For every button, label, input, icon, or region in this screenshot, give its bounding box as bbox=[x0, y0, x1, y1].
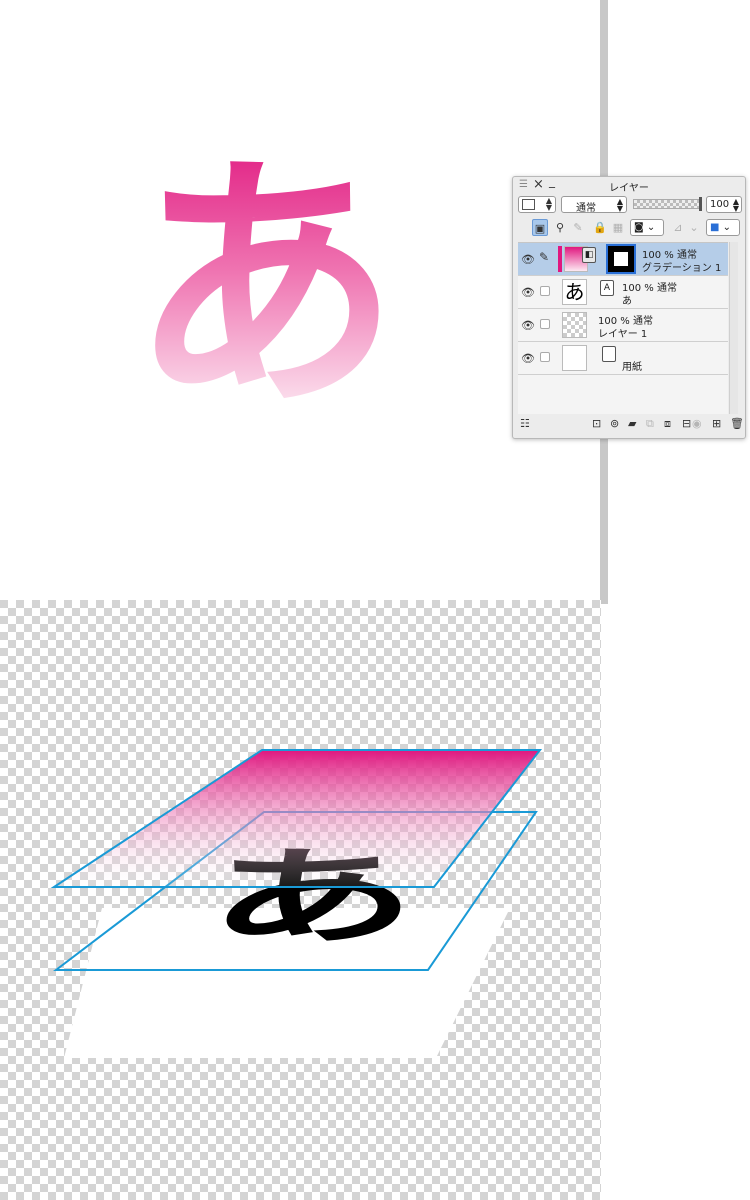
edit-checkbox[interactable] bbox=[540, 352, 550, 362]
layer-color-icon[interactable]: ■ ⌄ bbox=[706, 219, 740, 236]
transfer-layer-icon[interactable]: ⧉ bbox=[646, 417, 654, 431]
merge-down-icon[interactable]: ⊟ bbox=[682, 417, 691, 430]
opacity-value: 100 bbox=[710, 199, 730, 210]
spin-icon: ▲ ▼ bbox=[616, 197, 623, 213]
canvas-area[interactable]: あ bbox=[0, 0, 601, 604]
opacity-slider[interactable] bbox=[633, 197, 702, 211]
paper-layer-icon bbox=[602, 346, 616, 362]
layer-thumbnail bbox=[562, 312, 587, 338]
combine-layer-icon[interactable]: ⧈ bbox=[664, 417, 671, 431]
panel-title: レイヤー bbox=[609, 183, 649, 194]
layer-list[interactable]: 👁 ✎ ◧ 100 % 通常 グラデーション 1 👁 あ A 100 % 通常 … bbox=[518, 242, 728, 414]
edit-checkbox[interactable] bbox=[540, 319, 550, 329]
pen-icon: ✎ bbox=[539, 250, 550, 264]
layer-name: 用紙 bbox=[622, 362, 642, 373]
layer-thumbnail bbox=[562, 345, 587, 371]
spin-icon: ▲ ▼ bbox=[545, 196, 552, 212]
svg-text:あ: あ bbox=[150, 129, 400, 444]
new-raster-layer-icon[interactable]: ⊡ bbox=[592, 417, 601, 430]
eye-icon[interactable]: 👁 bbox=[521, 286, 535, 299]
layer-row-paper[interactable]: 👁 用紙 bbox=[518, 342, 728, 375]
opacity-input[interactable]: 100 ▲ ▼ bbox=[706, 196, 742, 213]
expression-color-select[interactable]: ▲ ▼ bbox=[518, 196, 556, 213]
lock-transparent-icon[interactable]: ▦ bbox=[610, 219, 626, 236]
clip-layer-icon[interactable]: ▣ bbox=[532, 219, 548, 236]
eye-icon[interactable]: 👁 bbox=[521, 319, 535, 332]
ruler-enable-icon[interactable]: ⊿ bbox=[670, 219, 686, 236]
new-vector-layer-icon[interactable]: ⊚ bbox=[610, 417, 619, 430]
panel-bottom-toolbar: ☷ ⊡ ⊚ ▰ ⧉ ⧈ ⊟ ◉ ⊞ 🗑 bbox=[518, 417, 744, 435]
blend-mode-value: 通常 bbox=[576, 203, 596, 214]
layer-row-raster[interactable]: 👁 100 % 通常 レイヤー 1 bbox=[518, 309, 728, 342]
lock-layer-icon[interactable]: 🔒 bbox=[592, 219, 608, 236]
eye-icon[interactable]: 👁 bbox=[521, 352, 535, 365]
color-swatch-icon bbox=[522, 199, 535, 210]
text-layer-icon: A bbox=[600, 280, 614, 296]
blend-mode-select[interactable]: 通常 ▲ ▼ bbox=[561, 196, 627, 214]
panel-controls-row: ▲ ▼ 通常 ▲ ▼ 100 ▲ ▼ bbox=[518, 195, 742, 215]
gradient-layer-icon: ◧ bbox=[582, 247, 596, 263]
apply-mask-icon[interactable]: ⊞ bbox=[712, 417, 721, 430]
slider-handle[interactable] bbox=[699, 197, 702, 211]
mask-thumbnail[interactable] bbox=[606, 244, 636, 274]
property-icon[interactable]: ☷ bbox=[520, 417, 530, 430]
layer-row-text[interactable]: 👁 あ A 100 % 通常 あ bbox=[518, 276, 728, 309]
delete-layer-icon[interactable]: 🗑 bbox=[730, 417, 744, 430]
eye-icon[interactable]: 👁 bbox=[521, 253, 535, 266]
clip-indicator bbox=[558, 246, 562, 272]
panel-tool-row: ▣ ⚲ ✎ 🔒 ▦ ◙ ⌄ ⊿ ⌄ ■ ⌄ bbox=[518, 219, 742, 237]
gradient-glyph: あ bbox=[150, 129, 400, 444]
layer-name: グラデーション 1 bbox=[642, 263, 722, 274]
layer-panel[interactable]: ☰ × _ レイヤー ▲ ▼ 通常 ▲ ▼ 100 ▲ ▼ ▣ ⚲ ✎ 🔒 ▦ ◙ ⌄… bbox=[512, 174, 746, 439]
layer-thumbnail: あ bbox=[562, 279, 587, 305]
edit-checkbox[interactable] bbox=[540, 286, 550, 296]
ruler-dropdown-icon[interactable]: ⌄ bbox=[686, 219, 702, 236]
reference-layer-icon[interactable]: ⚲ bbox=[552, 219, 568, 236]
draft-layer-icon[interactable]: ✎ bbox=[570, 219, 586, 236]
create-mask-icon[interactable]: ◉ bbox=[692, 417, 702, 430]
layer-name: あ bbox=[622, 296, 632, 307]
layer-stack-illustration: あ bbox=[0, 600, 601, 1200]
layer-row-gradient[interactable]: 👁 ✎ ◧ 100 % 通常 グラデーション 1 bbox=[518, 243, 728, 276]
spin-icon: ▲ ▼ bbox=[732, 197, 739, 213]
new-folder-icon[interactable]: ▰ bbox=[628, 417, 636, 430]
layer-name: レイヤー 1 bbox=[598, 329, 648, 340]
layer-list-scrollbar[interactable] bbox=[729, 242, 738, 414]
mask-enable-icon[interactable]: ◙ ⌄ bbox=[630, 219, 664, 236]
panel-titlebar[interactable]: ☰ × _ レイヤー bbox=[513, 174, 745, 194]
